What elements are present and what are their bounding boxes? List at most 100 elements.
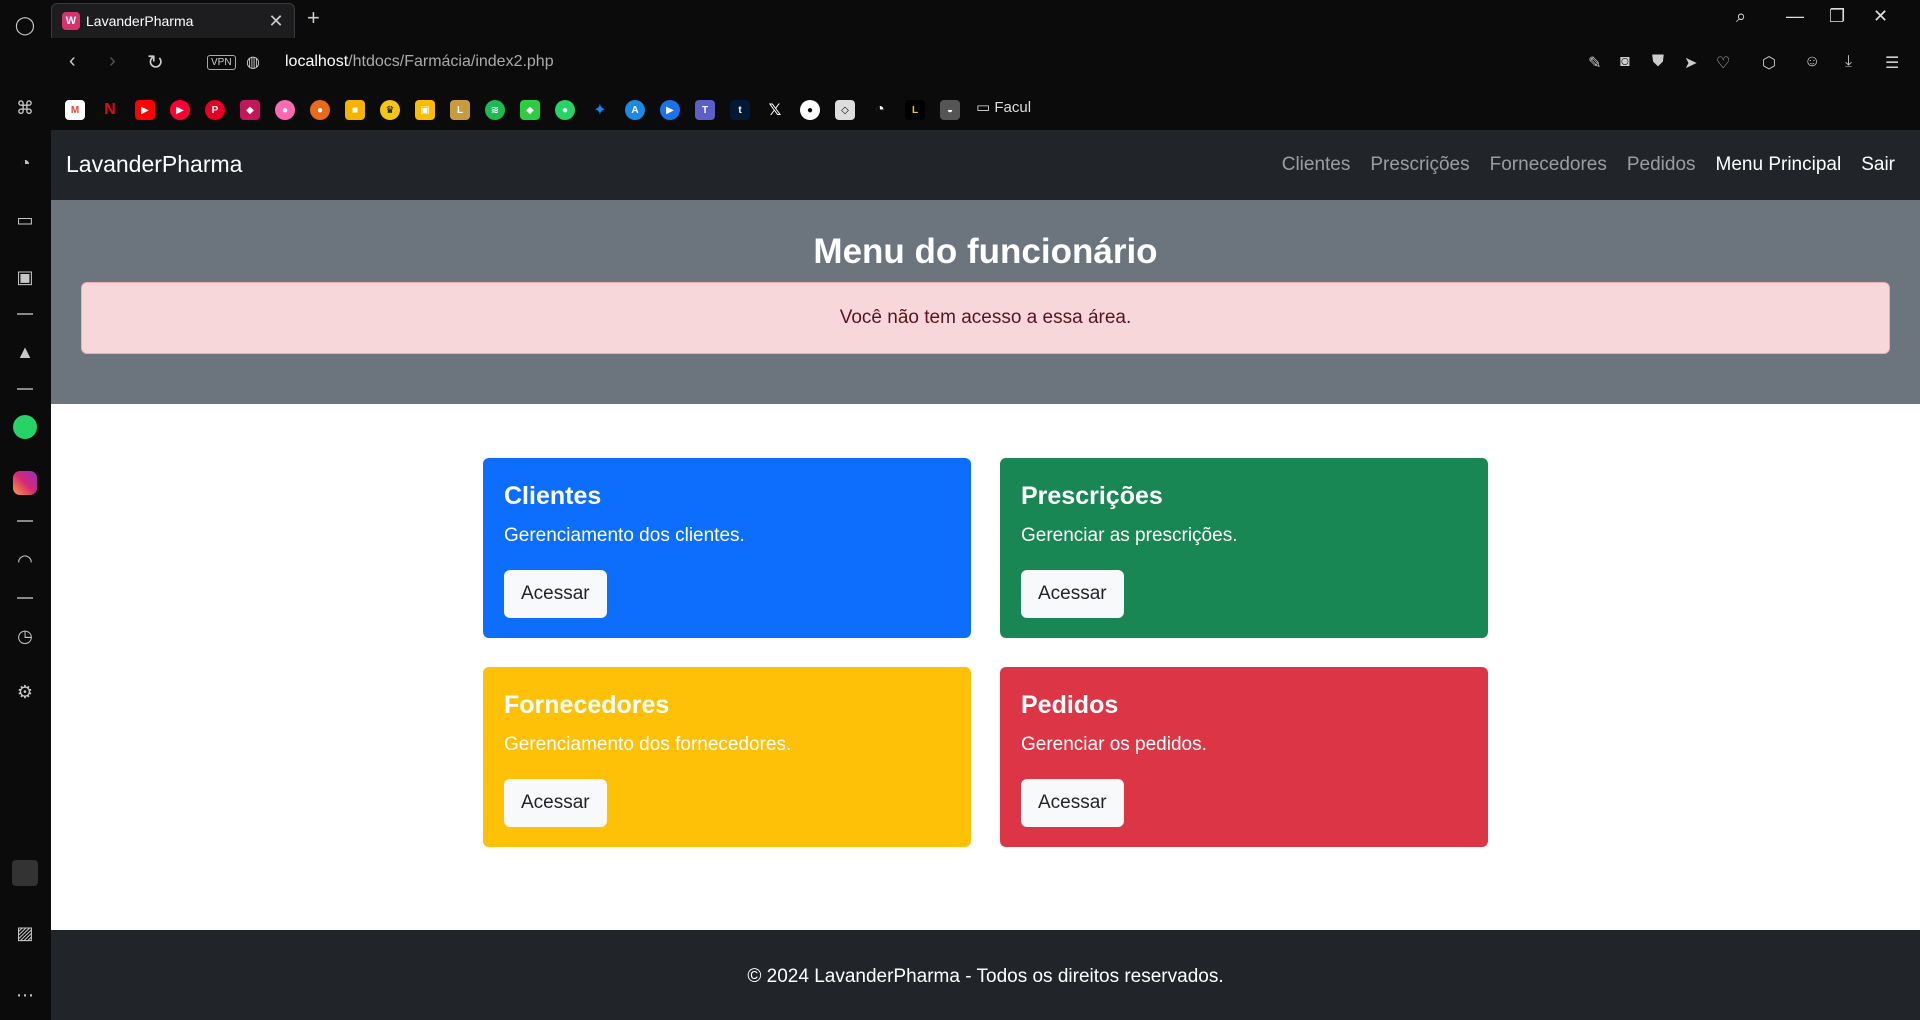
whatsapp-bookmark-icon[interactable]: ● [555,100,575,120]
instagram-icon[interactable] [12,470,38,496]
access-clientes-button[interactable]: Acessar [504,570,607,618]
bookmark-red-icon[interactable]: ◆ [240,100,260,120]
sidebar-divider [17,313,33,315]
profile-icon[interactable]: ☺ [1804,53,1820,71]
bookmark-pink-icon[interactable]: ● [275,100,295,120]
nav-prescricoes[interactable]: Prescrições [1370,154,1469,176]
access-fornecedores-button[interactable]: Acessar [504,779,607,827]
more-dots-icon[interactable]: ⋯ [12,982,38,1008]
nav-clientes[interactable]: Clientes [1282,154,1351,176]
browser-sidebar: ◯ ⌘ ◔ ▭ ▣ ▲ ◠ ◷ ⚙ ▨ ⋯ [0,0,51,1020]
url-field[interactable]: localhost/htdocs/Farmácia/index2.php [285,53,554,71]
bookmark-l-icon[interactable]: L [905,100,925,120]
youtube-icon[interactable]: ▶ [135,100,155,120]
reload-icon[interactable]: ↻ [147,50,164,75]
image-icon[interactable]: ▨ [12,920,38,946]
nav-fornecedores[interactable]: Fornecedores [1490,154,1607,176]
site-footer: © 2024 LavanderPharma - Todos os direito… [51,930,1920,1020]
access-prescricoes-button[interactable]: Acessar [1021,570,1124,618]
bookmark-cat-icon[interactable]: ◒ [940,100,960,120]
nav-pedidos[interactable]: Pedidos [1627,154,1696,176]
vpn-badge[interactable]: VPN [207,55,236,70]
gmail-icon[interactable]: M [65,100,85,120]
tumblr-icon[interactable]: t [730,100,750,120]
pinterest-icon[interactable]: P [205,100,225,120]
heart-icon[interactable]: ♡ [1716,53,1730,73]
photos-icon[interactable]: ▣ [415,100,435,120]
camera-icon[interactable]: ◙ [1620,53,1630,71]
card-title: Prescrições [1021,482,1163,510]
shield-icon[interactable]: ⛊ [1652,53,1664,71]
site-brand[interactable]: LavanderPharma [66,151,242,178]
tab-title: LavanderPharma [86,13,194,29]
feedly-icon[interactable]: ◆ [520,100,540,120]
card-text: Gerenciamento dos fornecedores. [504,734,792,755]
access-alert: Você não tem acesso a essa área. [81,282,1890,354]
card-prescricoes: Prescrições Gerenciar as prescrições. Ac… [1000,458,1488,638]
cube-icon[interactable]: ⬡ [1762,53,1776,73]
back-icon[interactable]: ‹ [69,50,76,73]
play-icon[interactable]: ▶ [660,100,680,120]
card-text: Gerenciar os pedidos. [1021,734,1207,755]
sidebar-divider [17,597,33,599]
nav-links: Clientes Prescrições Fornecedores Pedido… [1282,154,1895,176]
hero-section: Menu do funcionário Você não tem acesso … [51,200,1920,404]
card-text: Gerenciar as prescrições. [1021,525,1238,546]
league-icon[interactable]: L [450,100,470,120]
briefcase-icon[interactable]: ▭ [12,207,38,233]
bookmark-blue-icon[interactable]: A [625,100,645,120]
card-title: Clientes [504,482,602,510]
restore-icon[interactable]: ❐ [1829,6,1845,27]
bookmark-folder[interactable]: ▭ Facul [976,98,1031,116]
github-icon[interactable]: ● [800,100,820,120]
card-fornecedores: Fornecedores Gerenciamento dos fornecedo… [483,667,971,847]
tab-favicon-icon: W [62,12,80,30]
settings-gear-icon[interactable]: ⚙ [12,679,38,705]
access-pedidos-button[interactable]: Acessar [1021,779,1124,827]
send-icon[interactable]: ➤ [1684,53,1697,73]
crown-icon[interactable]: ♛ [380,100,400,120]
url-path: /htdocs/Farmácia/index2.php [348,53,554,70]
reddit-icon[interactable]: ● [310,100,330,120]
nav-sair[interactable]: Sair [1861,154,1895,176]
url-host: localhost [285,53,349,70]
speedometer-icon[interactable]: ◔ [12,150,38,176]
search-icon[interactable]: ⌕ [1736,6,1746,27]
folder-label: Facul [994,99,1032,116]
forward-icon[interactable]: › [109,50,116,73]
site-navbar: LavanderPharma Clientes Prescrições Forn… [51,130,1920,200]
chip-icon[interactable]: ▣ [12,264,38,290]
extension-icon[interactable] [12,860,38,886]
whatsapp-icon[interactable] [12,414,38,440]
bluesky-icon[interactable]: ✦ [590,100,610,120]
tab-close-icon[interactable]: ✕ [264,11,288,32]
opera-logo-icon[interactable]: ◯ [12,12,38,38]
browser-tab[interactable]: W LavanderPharma ✕ [51,3,295,38]
card-pedidos: Pedidos Gerenciar os pedidos. Acessar [1000,667,1488,847]
arc-icon[interactable]: ◠ [12,548,38,574]
easy-setup-icon[interactable]: ☰ [1885,53,1899,73]
footer-text: © 2024 LavanderPharma - Todos os direito… [747,966,1224,987]
minimize-icon[interactable]: — [1786,6,1804,27]
spotify-icon[interactable]: ≋ [485,100,505,120]
close-window-icon[interactable]: ✕ [1873,6,1888,27]
nav-menu-principal[interactable]: Menu Principal [1716,154,1842,176]
download-icon[interactable]: ⤓ [1845,53,1852,71]
card-title: Pedidos [1021,691,1119,719]
keep-icon[interactable]: ■ [345,100,365,120]
aria-icon[interactable]: ▲ [12,339,38,365]
globe-icon: ◍ [246,54,260,71]
x-icon[interactable]: 𝕏 [765,100,785,120]
card-text: Gerenciamento dos clientes. [504,525,745,546]
teams-icon[interactable]: T [695,100,715,120]
history-clock-icon[interactable]: ◷ [12,623,38,649]
gamepad-icon[interactable]: ⌘ [12,95,38,121]
edit-icon[interactable]: ✎ [1588,53,1601,73]
netflix-icon[interactable]: N [100,100,120,120]
gauge-icon[interactable]: ◔ [870,100,890,120]
card-title: Fornecedores [504,691,670,719]
bookmark-grey-icon[interactable]: ◇ [835,100,855,120]
new-tab-button[interactable]: + [307,5,320,31]
youtube-music-icon[interactable]: ▶ [170,100,190,120]
card-clientes: Clientes Gerenciamento dos clientes. Ace… [483,458,971,638]
